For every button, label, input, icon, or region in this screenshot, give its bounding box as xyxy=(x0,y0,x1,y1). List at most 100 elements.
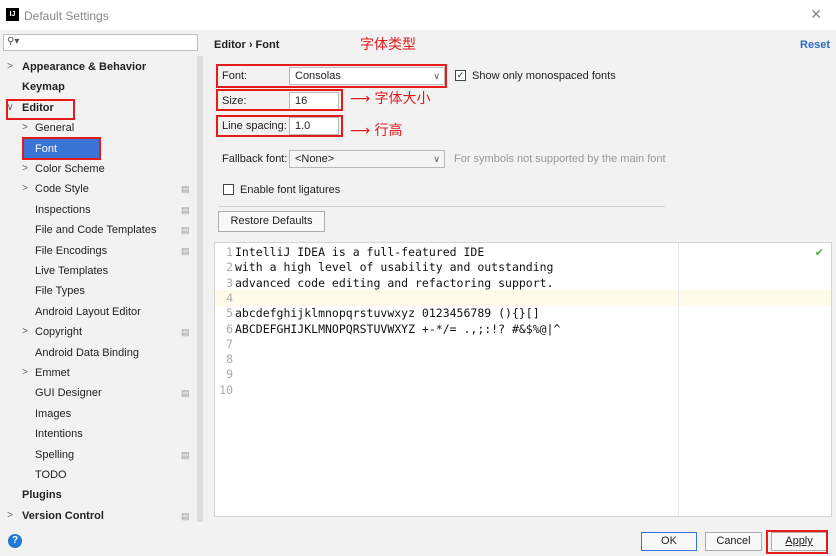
highlight-font xyxy=(22,137,101,160)
sidebar-item-label: Version Control xyxy=(22,509,104,522)
annotation-font-type: 字体类型 xyxy=(360,37,416,53)
sidebar-item-label: Copyright xyxy=(35,326,83,339)
sidebar-item-label: Images xyxy=(35,407,72,420)
chevron-right-icon[interactable]: > xyxy=(20,159,30,179)
sidebar-item[interactable]: > Color Scheme xyxy=(0,159,196,179)
sidebar-item-label: GUI Designer xyxy=(35,387,102,400)
fallback-hint: For symbols not supported by the main fo… xyxy=(454,153,666,165)
annotation-font-size: ⟶ 字体大小 xyxy=(350,91,431,107)
project-scope-icon: ▤ xyxy=(181,327,190,338)
line-number: 6 xyxy=(226,321,233,336)
ok-button[interactable]: OK xyxy=(641,532,697,551)
line-number: 10 xyxy=(219,382,233,397)
sidebar-item[interactable]: GUI Designer ▤ xyxy=(0,383,196,403)
chevron-right-icon[interactable]: > xyxy=(20,322,30,342)
sidebar-item[interactable]: Inspections ▤ xyxy=(0,200,196,220)
sidebar-item[interactable]: File Encodings ▤ xyxy=(0,241,196,261)
highlight-size xyxy=(216,89,343,111)
sidebar-item[interactable]: Live Templates xyxy=(0,261,196,281)
sidebar-item-label: File Encodings xyxy=(35,244,108,257)
annotation-font-size-text: 字体大小 xyxy=(374,91,431,107)
sidebar-item[interactable]: Plugins xyxy=(0,485,196,505)
ligatures-checkbox[interactable] xyxy=(223,184,234,195)
divider xyxy=(218,206,665,207)
sidebar-item-label: Plugins xyxy=(22,489,62,502)
sidebar-item[interactable]: Images xyxy=(0,404,196,424)
code-line: abcdefghijklmnopqrstuvwxyz 0123456789 ()… xyxy=(235,306,540,321)
monospaced-label: Show only monospaced fonts xyxy=(472,70,616,82)
close-icon[interactable]: ✕ xyxy=(810,6,822,23)
search-icon: ⚲▾ xyxy=(7,36,20,47)
window-title: Default Settings xyxy=(24,9,109,23)
sidebar-item[interactable]: File Types xyxy=(0,281,196,301)
sidebar-item[interactable]: > Version Control ▤ xyxy=(0,506,196,526)
reset-link[interactable]: Reset xyxy=(800,39,830,51)
project-scope-icon: ▤ xyxy=(181,388,190,399)
sidebar-item-label: Intentions xyxy=(35,428,83,441)
sidebar-item[interactable]: Spelling ▤ xyxy=(0,445,196,465)
project-scope-icon: ▤ xyxy=(181,510,190,521)
project-scope-icon: ▤ xyxy=(181,184,190,195)
sidebar-item[interactable]: File and Code Templates ▤ xyxy=(0,220,196,240)
restore-defaults-button[interactable]: Restore Defaults xyxy=(218,211,325,232)
line-number: 2 xyxy=(226,260,233,275)
sidebar-scrollbar[interactable] xyxy=(197,56,203,522)
code-line: with a high level of usability and outst… xyxy=(235,260,554,275)
sidebar-item[interactable]: > Copyright ▤ xyxy=(0,322,196,342)
chevron-down-icon: ∨ xyxy=(433,154,440,164)
sidebar-item-label: Android Layout Editor xyxy=(35,305,141,318)
line-number: 1 xyxy=(226,245,233,259)
annotation-line-height: ⟶ 行高 xyxy=(350,123,403,139)
right-margin-guide xyxy=(678,243,679,516)
sidebar-item[interactable]: > General xyxy=(0,118,196,138)
sidebar-item-label: Spelling xyxy=(35,448,75,461)
chevron-right-icon[interactable]: > xyxy=(5,57,15,77)
line-number: 3 xyxy=(226,275,233,290)
sidebar-item-label: Appearance & Behavior xyxy=(22,61,147,73)
chevron-right-icon[interactable]: > xyxy=(20,118,30,138)
sidebar-item-label: Emmet xyxy=(35,367,70,379)
app-logo-icon: IJ xyxy=(6,8,19,21)
inspection-ok-icon: ✔ xyxy=(814,246,824,259)
ligatures-label: Enable font ligatures xyxy=(240,184,341,196)
highlight-line-spacing xyxy=(216,115,343,137)
search-input[interactable]: ⚲▾ xyxy=(3,34,198,51)
chevron-right-icon[interactable]: > xyxy=(5,506,15,526)
sidebar-item-label: General xyxy=(35,122,75,135)
fallback-font-select[interactable]: <None> ∨ xyxy=(289,150,445,168)
sidebar-item-label: File and Code Templates xyxy=(35,224,157,237)
sidebar-item-label: Code Style xyxy=(35,183,89,196)
chevron-right-icon[interactable]: > xyxy=(20,179,30,199)
font-preview-editor[interactable]: 1 IntelliJ IDEA is a full-featured IDE 2 wi… xyxy=(214,242,832,517)
sidebar-item[interactable]: > Code Style ▤ xyxy=(0,179,196,199)
help-icon[interactable]: ? xyxy=(8,534,22,548)
highlight-apply xyxy=(766,530,828,554)
fallback-font-value: <None> xyxy=(295,153,335,165)
cancel-button[interactable]: Cancel xyxy=(705,532,762,551)
sidebar-item[interactable]: Keymap xyxy=(0,77,196,97)
project-scope-icon: ▤ xyxy=(181,204,190,215)
sidebar-item[interactable]: Android Data Binding xyxy=(0,343,196,363)
line-number: 7 xyxy=(226,336,233,351)
sidebar-item-label: TODO xyxy=(35,469,67,481)
project-scope-icon: ▤ xyxy=(181,449,190,460)
code-line: IntelliJ IDEA is a full-featured IDE xyxy=(235,245,485,259)
chevron-right-icon[interactable]: > xyxy=(20,363,30,383)
project-scope-icon: ▤ xyxy=(181,245,190,256)
line-number: 9 xyxy=(226,367,233,382)
sidebar-item-label: Live Templates xyxy=(35,265,109,277)
sidebar-item-label: File Types xyxy=(35,285,85,298)
sidebar-item[interactable]: > Appearance & Behavior xyxy=(0,57,196,77)
monospaced-checkbox[interactable]: ✓ xyxy=(455,70,466,81)
sidebar-item[interactable]: > Emmet xyxy=(0,363,196,383)
line-number: 8 xyxy=(226,352,233,367)
line-number: 4 xyxy=(226,290,233,305)
fallback-font-label: Fallback font: xyxy=(222,153,288,165)
sidebar-item[interactable]: Android Layout Editor xyxy=(0,302,196,322)
sidebar-item-label: Android Data Binding xyxy=(35,346,139,359)
sidebar-item[interactable]: Intentions xyxy=(0,424,196,444)
title-bar: IJ Default Settings ✕ xyxy=(0,0,836,30)
project-scope-icon: ▤ xyxy=(181,225,190,236)
highlight-font-select xyxy=(216,64,447,88)
sidebar-item[interactable]: TODO xyxy=(0,465,196,485)
